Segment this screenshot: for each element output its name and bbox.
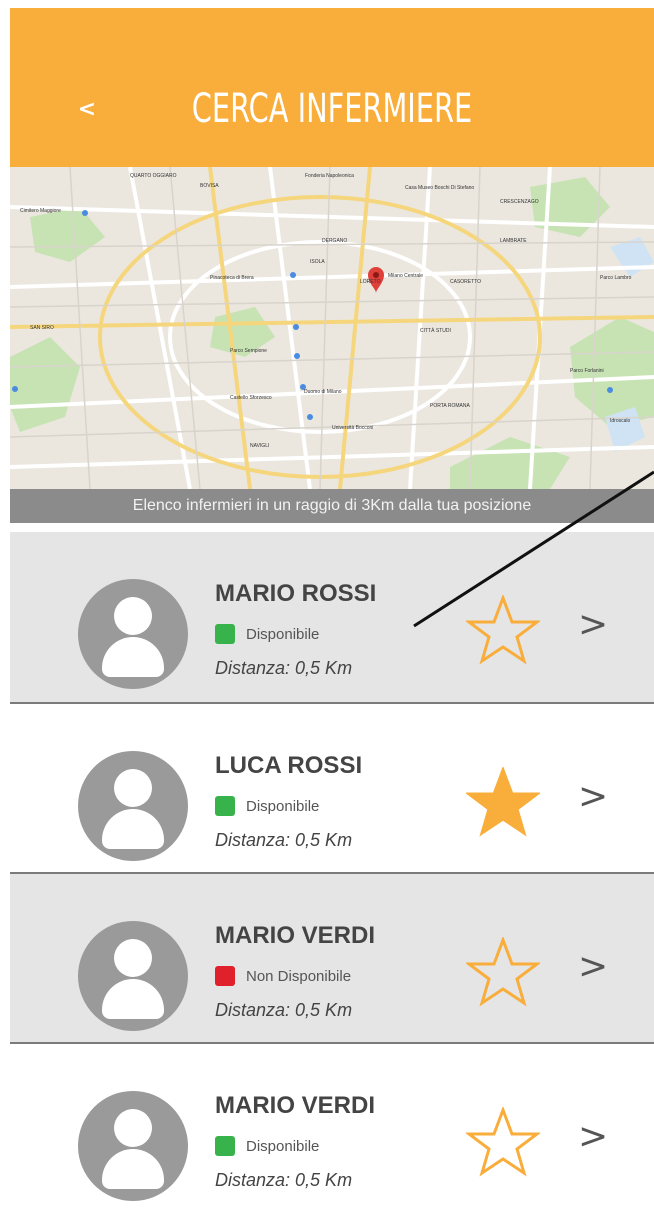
nurse-list-item[interactable]: MARIO VERDI Disponibile Distanza: 0,5 Km…: [10, 1044, 654, 1214]
results-caption-bar: Elenco infermieri in un raggio di 3Km da…: [10, 489, 654, 523]
map-label: Milano Centrale: [388, 273, 423, 279]
status-indicator-icon: [215, 966, 235, 986]
map-label: Cimitero Maggiore: [20, 208, 61, 214]
nurse-list-item[interactable]: LUCA ROSSI Disponibile Distanza: 0,5 Km …: [10, 704, 654, 874]
nurse-name: LUCA ROSSI: [215, 752, 363, 779]
status-label: Disponibile: [246, 798, 320, 815]
map-label: Parco Forlanini: [570, 368, 604, 374]
favorite-star-icon[interactable]: [466, 1107, 540, 1177]
avatar: [78, 579, 188, 689]
distance-label: Distanza: 0,5 Km: [215, 830, 353, 850]
favorite-star-icon[interactable]: [466, 767, 540, 837]
map-view[interactable]: QUARTO OGGIARO Cimitero Maggiore BOVISA …: [10, 167, 654, 489]
distance-label: Distanza: 0,5 Km: [215, 1000, 353, 1020]
map-label: Idroscalo: [610, 418, 631, 424]
map-label: LAMBRATE: [500, 238, 527, 244]
favorite-star-icon[interactable]: [466, 595, 540, 665]
favorite-star-icon[interactable]: [466, 937, 540, 1007]
map-label: Castello Sforzesco: [230, 395, 272, 401]
map-label: NAVIGLI: [250, 443, 269, 449]
nurse-name: MARIO VERDI: [215, 922, 376, 949]
map-label: PORTA ROMANA: [430, 403, 470, 409]
results-caption: Elenco infermieri in un raggio di 3Km da…: [132, 497, 532, 514]
status-indicator-icon: [215, 1136, 235, 1156]
map-graphic: QUARTO OGGIARO Cimitero Maggiore BOVISA …: [10, 167, 654, 489]
status-label: Disponibile: [246, 626, 320, 643]
map-label: Università Bocconi: [332, 425, 373, 431]
map-label: ISOLA: [310, 259, 325, 265]
map-label: Parco Sempione: [230, 348, 267, 354]
map-label: Duomo di Milano: [304, 389, 342, 395]
map-label: Pinacoteca di Brera: [210, 275, 254, 281]
map-label: CRESCENZAGO: [500, 199, 539, 205]
nurse-name: MARIO VERDI: [215, 1092, 376, 1119]
status-label: Non Disponibile: [246, 968, 352, 985]
map-label: SAN SIRO: [30, 325, 54, 331]
avatar: [78, 1091, 188, 1201]
map-label: BOVISA: [200, 183, 219, 189]
distance-label: Distanza: 0,5 Km: [215, 1170, 353, 1190]
open-detail-chevron[interactable]: >: [578, 1112, 618, 1162]
map-label: Parco Lambro: [600, 275, 632, 281]
map-label: QUARTO OGGIARO: [130, 173, 177, 179]
nurse-list-item[interactable]: MARIO VERDI Non Disponibile Distanza: 0,…: [10, 874, 654, 1044]
status-label: Disponibile: [246, 1138, 320, 1155]
app-header: < CERCA INFERMIERE: [10, 8, 654, 167]
map-label: DERGANO: [322, 238, 347, 244]
open-detail-chevron[interactable]: >: [578, 942, 618, 992]
status-indicator-icon: [215, 624, 235, 644]
map-label: CITTÀ STUDI: [420, 327, 451, 334]
status-indicator-icon: [215, 796, 235, 816]
open-detail-chevron[interactable]: >: [578, 600, 618, 650]
page-title: CERCA INFERMIERE: [191, 86, 473, 132]
map-label: Fonderia Napoleonica: [305, 173, 354, 179]
distance-label: Distanza: 0,5 Km: [215, 658, 353, 678]
map-label: LORETO: [360, 279, 381, 285]
map-label: CASORETTO: [450, 279, 481, 285]
avatar: [78, 751, 188, 861]
nurse-list-item[interactable]: MARIO ROSSI Disponibile Distanza: 0,5 Km…: [10, 532, 654, 702]
open-detail-chevron[interactable]: >: [578, 772, 618, 822]
nurse-name: MARIO ROSSI: [215, 580, 377, 607]
avatar: [78, 921, 188, 1031]
map-label: Casa Museo Boschi Di Stefano: [405, 185, 474, 191]
